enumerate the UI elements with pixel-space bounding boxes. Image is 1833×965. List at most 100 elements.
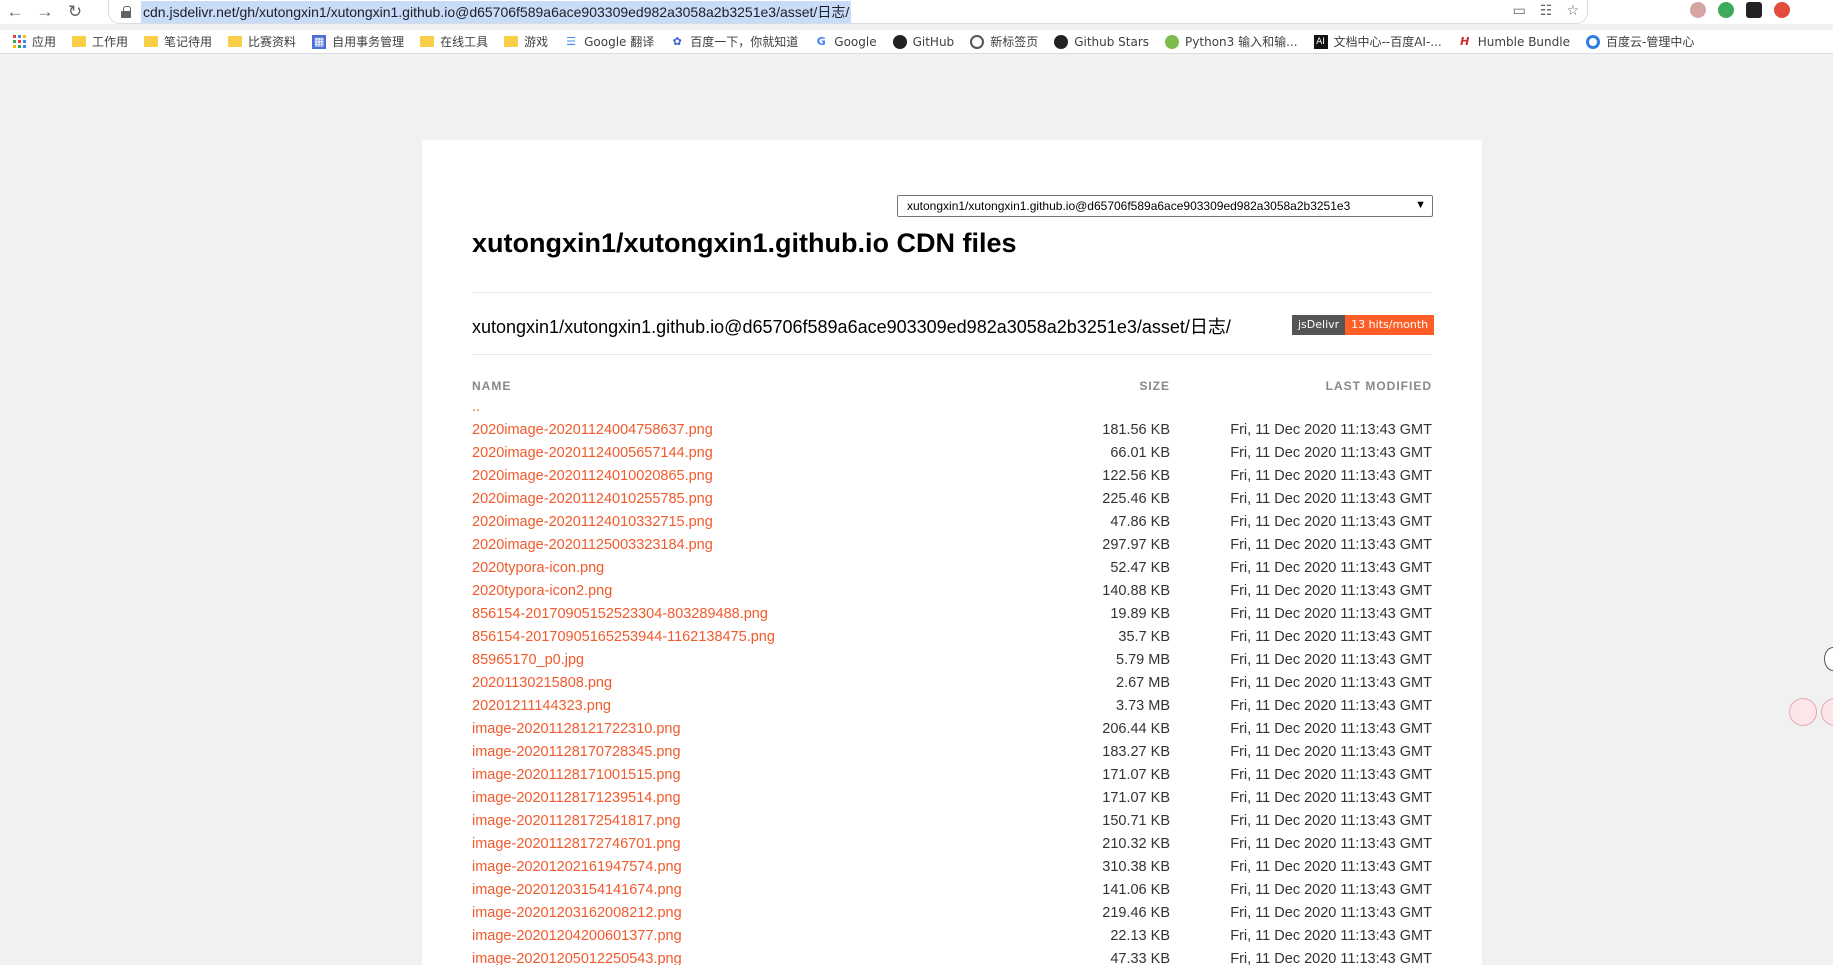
bookmark-folder[interactable]: 笔记待用 xyxy=(144,33,212,50)
forward-arrow-icon[interactable]: → xyxy=(30,0,60,24)
bookmark-item[interactable]: ✿ 百度一下，你就知道 xyxy=(670,33,799,50)
divider xyxy=(472,292,1432,293)
file-link[interactable]: image-20201128171001515.png xyxy=(472,767,681,783)
file-row: image-20201128171239514.png 171.07 KB Fri,… xyxy=(472,787,1432,810)
bookmark-item[interactable]: G Google xyxy=(814,35,877,49)
file-row: image-20201205012250543.png 47.33 KB Fri, … xyxy=(472,948,1432,965)
file-link[interactable]: 856154-20170905152523304-803289488.png xyxy=(472,606,768,622)
bookmark-label: 比赛资料 xyxy=(248,35,297,49)
bookmark-item[interactable]: Github Stars xyxy=(1054,34,1149,49)
column-header-size[interactable]: SIZE xyxy=(1139,379,1170,393)
file-modified: Fri, 11 Dec 2020 11:13:43 GMT xyxy=(1230,675,1432,691)
file-row: image-20201204200601377.png 22.13 KB Fri, … xyxy=(472,925,1432,948)
file-modified: Fri, 11 Dec 2020 11:13:43 GMT xyxy=(1230,813,1432,829)
chevron-down-icon: ▼ xyxy=(1415,199,1426,211)
file-modified: Fri, 11 Dec 2020 11:13:43 GMT xyxy=(1230,629,1432,645)
bookmark-folder[interactable]: 比赛资料 xyxy=(228,33,296,50)
file-link[interactable]: image-20201128172746701.png xyxy=(472,836,681,852)
file-list: .. 2020image-20201124004758637.png 181.56… xyxy=(472,399,1432,965)
lock-icon[interactable] xyxy=(121,5,131,18)
translate-icon[interactable]: ☷ xyxy=(1540,2,1553,19)
extension-icon[interactable] xyxy=(1746,2,1762,18)
bookmark-item[interactable]: ☰ Google 翻译 xyxy=(564,33,654,50)
file-row: image-20201128121722310.png 206.44 KB Fri,… xyxy=(472,718,1432,741)
file-row: 2020image-20201124005657144.png 66.01 KB F… xyxy=(472,442,1432,465)
file-size: 19.89 KB xyxy=(1110,606,1170,622)
file-row: 2020typora-icon2.png 140.88 KB Fri, 11 Dec… xyxy=(472,580,1432,603)
file-link[interactable]: 2020image-20201124005657144.png xyxy=(472,445,713,461)
file-row: image-20201202161947574.png 310.38 KB Fri,… xyxy=(472,856,1432,879)
column-header-modified[interactable]: LAST MODIFIED xyxy=(1326,379,1432,393)
file-row: image-20201128170728345.png 183.27 KB Fri,… xyxy=(472,741,1432,764)
pig-sticker-icon xyxy=(1789,698,1817,726)
version-select[interactable]: xutongxin1/xutongxin1.github.io@d65706f5… xyxy=(897,195,1433,217)
file-row: 2020image-20201124010020865.png 122.56 KB… xyxy=(472,465,1432,488)
file-link[interactable]: image-20201128170728345.png xyxy=(472,744,681,760)
hits-badge[interactable]: jsDelivr 13 hits/month xyxy=(1292,315,1435,335)
file-size: 47.33 KB xyxy=(1110,951,1170,965)
file-size: 52.47 KB xyxy=(1110,560,1170,576)
file-row: 2020typora-icon.png 52.47 KB Fri, 11 Dec 2… xyxy=(472,557,1432,580)
reload-icon[interactable]: ↻ xyxy=(60,0,90,24)
back-arrow-icon[interactable]: ← xyxy=(0,0,30,24)
file-link[interactable]: 2020image-20201124004758637.png xyxy=(472,422,713,438)
omnibox-actions: ▭ ☷ ☆ xyxy=(1513,2,1579,19)
file-link[interactable]: 20201130215808.png xyxy=(472,675,612,691)
file-link[interactable]: 85965170_p0.jpg xyxy=(472,652,584,668)
file-link[interactable]: 2020typora-icon2.png xyxy=(472,583,612,599)
url-text[interactable]: cdn.jsdelivr.net/gh/xutongxin1/xutongxin… xyxy=(141,0,852,23)
star-icon[interactable]: ☆ xyxy=(1566,2,1579,19)
bookmark-apps[interactable]: 应用 xyxy=(12,33,56,50)
bookmark-folder[interactable]: 在线工具 xyxy=(420,33,488,50)
file-row: 856154-20170905152523304-803289488.png 19… xyxy=(472,603,1432,626)
bookmark-item[interactable]: 新标签页 xyxy=(970,33,1038,50)
file-size: 219.46 KB xyxy=(1102,905,1170,921)
file-modified: Fri, 11 Dec 2020 11:13:43 GMT xyxy=(1230,721,1432,737)
translate-icon: ☰ xyxy=(566,35,577,48)
file-modified: Fri, 11 Dec 2020 11:13:43 GMT xyxy=(1230,882,1432,898)
folder-icon xyxy=(504,36,519,47)
file-link[interactable]: 856154-20170905165253944-1162138475.png xyxy=(472,629,775,645)
file-link[interactable]: image-20201203154141674.png xyxy=(472,882,682,898)
bookmark-item[interactable]: 百度云-管理中心 xyxy=(1585,33,1694,50)
file-link[interactable]: 2020typora-icon.png xyxy=(472,560,604,576)
file-link[interactable]: image-20201205012250543.png xyxy=(472,951,682,965)
extension-icon[interactable] xyxy=(1690,2,1706,18)
bookmark-folder[interactable]: 游戏 xyxy=(504,33,548,50)
extension-icon[interactable] xyxy=(1774,2,1790,18)
file-link[interactable]: 2020image-20201124010020865.png xyxy=(472,468,713,484)
file-modified: Fri, 11 Dec 2020 11:13:43 GMT xyxy=(1230,583,1432,599)
file-link[interactable]: 2020image-20201124010332715.png xyxy=(472,514,713,530)
file-size: 3.73 MB xyxy=(1116,698,1170,714)
file-link[interactable]: image-20201202161947574.png xyxy=(472,859,682,875)
file-link[interactable]: image-20201128171239514.png xyxy=(472,790,681,806)
file-link[interactable]: image-20201203162008212.png xyxy=(472,905,682,921)
floating-widget[interactable] xyxy=(1824,647,1833,671)
bookmarks-bar: 应用 工作用 笔记待用 比赛资料 ▦ 自用事务管理 在线工具 游戏 ☰ Google… xyxy=(0,30,1833,54)
humble-bundle-icon: H xyxy=(1460,35,1470,48)
file-size: 310.38 KB xyxy=(1102,859,1170,875)
bookmark-folder[interactable]: 工作用 xyxy=(72,33,128,50)
file-row: image-20201203162008212.png 219.46 KB Fri,… xyxy=(472,902,1432,925)
bookmark-item[interactable]: GitHub xyxy=(892,34,954,49)
bookmark-label: 自用事务管理 xyxy=(332,35,405,49)
cast-icon[interactable]: ▭ xyxy=(1513,2,1526,19)
file-size: 150.71 KB xyxy=(1102,813,1170,829)
bookmark-item[interactable]: Python3 输入和输... xyxy=(1165,33,1298,50)
file-link[interactable]: 2020image-20201124010255785.png xyxy=(472,491,713,507)
bookmark-item[interactable]: AI 文档中心--百度AI-... xyxy=(1313,33,1442,50)
file-link[interactable]: 2020image-20201125003323184.png xyxy=(472,537,713,553)
globe-icon xyxy=(970,34,985,49)
file-modified: Fri, 11 Dec 2020 11:13:43 GMT xyxy=(1230,422,1432,438)
file-link[interactable]: image-20201128172541817.png xyxy=(472,813,681,829)
address-bar[interactable]: cdn.jsdelivr.net/gh/xutongxin1/xutongxin… xyxy=(108,0,1588,24)
bookmark-item[interactable]: ▦ 自用事务管理 xyxy=(312,33,404,50)
file-link[interactable]: 20201211144323.png xyxy=(472,698,611,714)
file-link[interactable]: image-20201204200601377.png xyxy=(472,928,682,944)
file-link[interactable]: image-20201128121722310.png xyxy=(472,721,681,737)
parent-directory-link[interactable]: .. xyxy=(472,399,480,415)
shield-extension-icon[interactable] xyxy=(1718,2,1734,18)
column-header-name[interactable]: NAME xyxy=(472,379,511,393)
bookmark-item[interactable]: H Humble Bundle xyxy=(1458,35,1570,49)
folder-icon xyxy=(144,36,159,47)
